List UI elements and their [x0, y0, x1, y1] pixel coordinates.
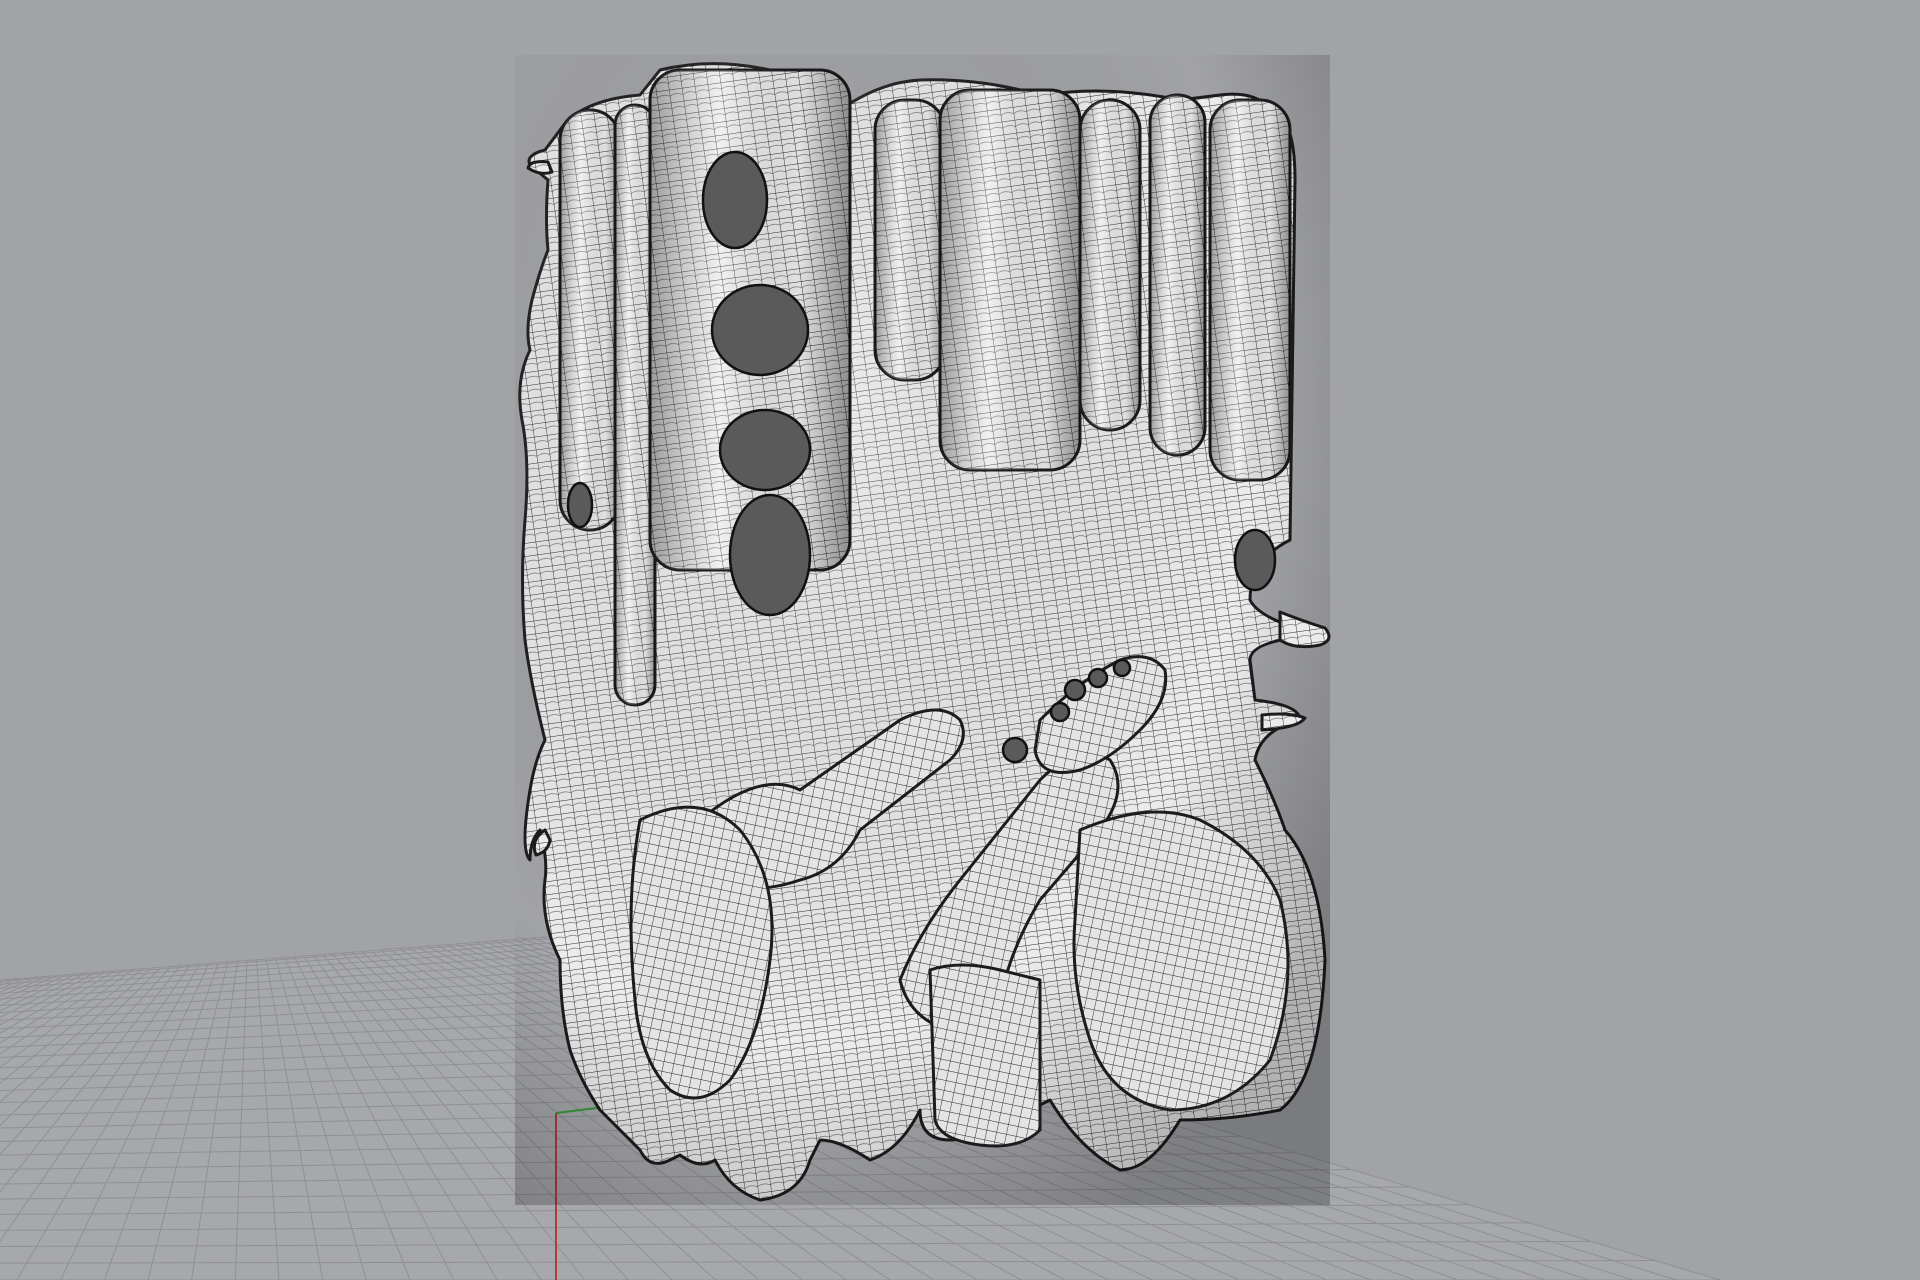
tube-left-outer-shade	[560, 110, 620, 530]
hole-8	[1049, 701, 1071, 723]
hole-5	[1063, 678, 1087, 702]
hole-4	[728, 493, 812, 617]
tube-d-shade	[1080, 100, 1140, 430]
hole-3	[718, 408, 812, 492]
spike-left-top	[526, 160, 554, 175]
hole-9	[1001, 736, 1029, 764]
tube-e-shade	[1150, 95, 1205, 455]
tube-b-shade	[875, 100, 945, 380]
hole-11	[1233, 528, 1277, 592]
column-bottom-center[interactable]	[928, 963, 1042, 1148]
tube-f-shade	[1210, 100, 1290, 480]
hole-2	[710, 283, 810, 377]
hole-1	[701, 150, 769, 250]
hole-6	[1087, 667, 1109, 689]
mesh-model[interactable]	[515, 55, 1331, 1205]
perspective-viewport[interactable]	[0, 0, 1920, 1280]
viewport-canvas[interactable]	[0, 0, 1920, 1280]
tube-c-shade	[940, 90, 1080, 470]
hole-7	[1112, 658, 1132, 678]
hole-10	[566, 481, 594, 529]
